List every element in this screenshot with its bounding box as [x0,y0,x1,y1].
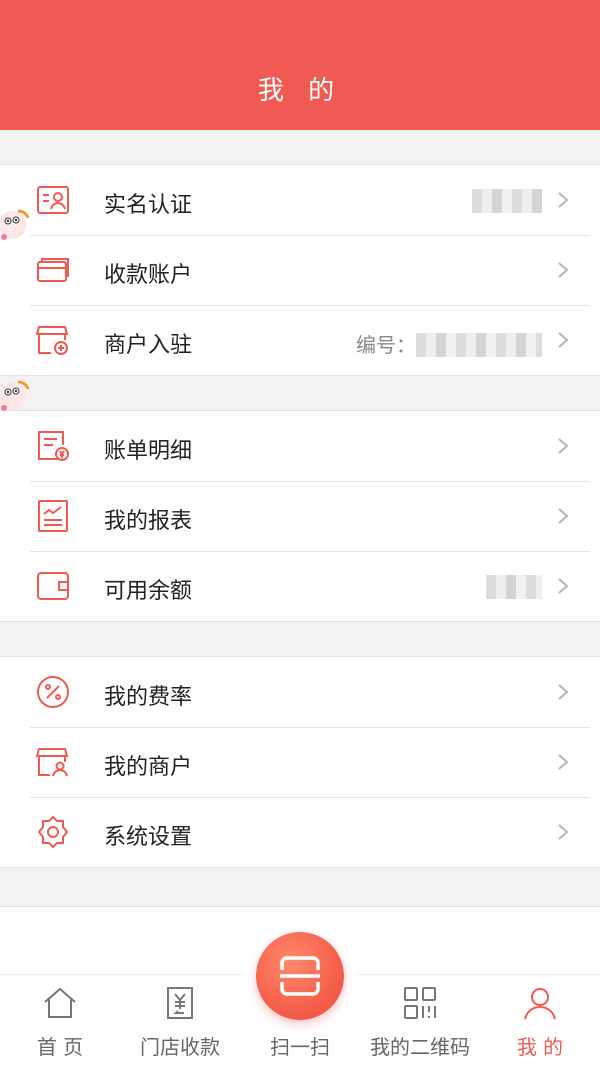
report-icon [38,500,68,532]
tab-label: 我 的 [516,1035,564,1059]
chevron-right-icon [558,824,569,840]
account-group: 实名认证 收款账户 商户入驻 编号： [0,164,600,376]
shop-add-icon [36,326,69,355]
home-icon [44,987,76,1018]
store-receipt-icon [167,987,193,1019]
tab-home[interactable]: 首 页 [0,975,120,1067]
row-merchant-onboarding[interactable]: 商户入驻 编号： [0,305,600,375]
row-bill-details[interactable]: 账单明细 [0,411,600,481]
row-my-merchants[interactable]: 我的商户 [0,727,600,797]
floating-sticker-icon [0,209,30,240]
row-label: 账单明细 [104,439,193,464]
wallet-icon [37,572,69,600]
finance-group: 账单明细 我的报表 可用余额 [0,410,600,622]
row-label: 我的报表 [104,509,193,534]
row-real-name-verification[interactable]: 实名认证 [0,165,600,235]
qrcode-icon [404,987,436,1019]
settings-group: 我的费率 我的商户 系统设置 [0,656,600,868]
percent-icon [37,676,69,708]
chevron-right-icon [558,754,569,770]
row-payment-account[interactable]: 收款账户 [0,235,600,305]
chevron-right-icon [558,438,569,454]
row-label: 收款账户 [104,263,193,288]
tab-label: 首 页 [36,1035,84,1059]
scan-button[interactable] [256,932,344,1020]
row-label: 我的费率 [104,685,193,710]
masked-balance [486,574,542,599]
row-label: 我的商户 [104,755,193,780]
row-label: 实名认证 [104,193,193,218]
tab-label: 扫一扫 [270,1035,330,1059]
floating-sticker-icon [0,380,30,411]
row-my-reports[interactable]: 我的报表 [0,481,600,551]
shop-user-icon [36,748,69,777]
bank-card-icon [37,258,69,282]
gear-icon [37,815,69,849]
bill-icon [38,431,69,461]
user-icon [524,988,556,1020]
id-card-icon [37,186,69,214]
row-label: 系统设置 [104,825,193,850]
tab-label: 门店收款 [140,1035,220,1059]
chevron-right-icon [558,684,569,700]
row-system-settings[interactable]: 系统设置 [0,797,600,867]
chevron-right-icon [558,578,569,594]
tab-label: 我的二维码 [370,1035,470,1059]
tab-my-qrcode[interactable]: 我的二维码 [360,975,480,1067]
chevron-right-icon [558,262,569,278]
chevron-right-icon [558,332,569,348]
tab-store-receipt[interactable]: 门店收款 [120,975,240,1067]
row-available-balance[interactable]: 可用余额 [0,551,600,621]
tab-mine[interactable]: 我 的 [480,975,600,1067]
scan-icon [280,956,320,996]
row-my-rate[interactable]: 我的费率 [0,657,600,727]
chevron-right-icon [558,508,569,524]
merchant-number: 编号： [356,329,542,358]
row-label: 商户入驻 [104,333,193,358]
page-title: 我 的 [257,76,343,106]
app-header: 我 的 [0,0,600,130]
row-label: 可用余额 [104,579,193,604]
masked-value [472,188,542,213]
chevron-right-icon [558,192,569,208]
